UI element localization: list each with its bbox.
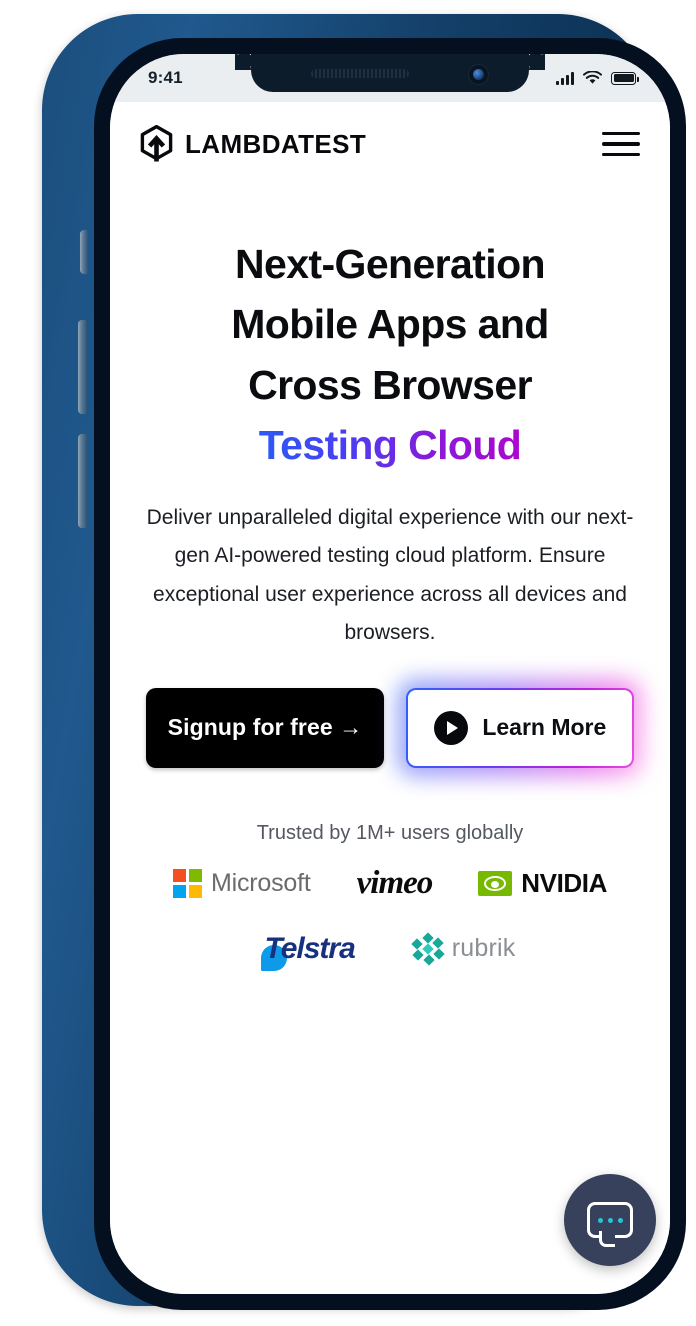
volume-up-button[interactable]	[78, 320, 87, 414]
chat-bubble-icon	[587, 1202, 633, 1247]
hero-subtext: Deliver unparalleled digital experience …	[146, 506, 634, 644]
status-bar-clock: 9:41	[148, 68, 183, 87]
wifi-icon	[583, 71, 602, 84]
microsoft-logo-icon: Microsoft	[173, 868, 311, 898]
page-title: Next-Generation Mobile Apps and Cross Br…	[136, 234, 644, 475]
battery-full-icon	[611, 71, 639, 85]
telstra-logo-icon: Telstra	[260, 931, 356, 971]
phone-screen: 9:41 LAMBDATEST Next-Generation Mobile A…	[110, 54, 670, 1294]
status-bar-indicators	[556, 71, 639, 85]
site-header: LAMBDATEST	[110, 102, 670, 186]
rubrik-wordmark: rubrik	[451, 934, 516, 963]
nvidia-eye-icon	[478, 870, 513, 896]
volume-down-button[interactable]	[78, 434, 87, 528]
headline-line-1: Next-Generation	[235, 241, 546, 287]
microsoft-squares-icon	[173, 868, 203, 898]
headline-line-3: Cross Browser	[248, 361, 532, 408]
signup-for-free-button[interactable]: Signup for free →	[145, 687, 385, 768]
rubrik-mark-icon	[411, 932, 445, 966]
front-camera-icon	[468, 64, 489, 85]
telstra-wordmark: Telstra	[264, 931, 356, 965]
brand-name: LAMBDATEST	[185, 128, 367, 159]
earpiece-speaker-icon	[311, 69, 409, 78]
vimeo-logo-icon: vimeo	[356, 864, 434, 901]
hamburger-menu-icon[interactable]	[602, 131, 640, 157]
chat-widget-button[interactable]	[564, 1174, 656, 1266]
learn-more-button[interactable]: Learn More	[406, 688, 634, 768]
headline-highlight: Testing Cloud	[258, 421, 522, 468]
learn-more-label: Learn More	[482, 714, 607, 741]
screenshot-stage: 9:41 LAMBDATEST Next-Generation Mobile A…	[0, 0, 696, 1326]
nvidia-logo-icon: NVIDIA	[478, 868, 607, 899]
cta-row: Signup for free → Learn More	[136, 687, 644, 768]
trusted-by-caption: Trusted by 1M+ users globally	[256, 821, 524, 844]
web-page: LAMBDATEST Next-Generation Mobile Apps a…	[110, 102, 670, 1294]
microsoft-wordmark: Microsoft	[211, 868, 311, 897]
rubrik-logo-icon: rubrik	[411, 932, 516, 966]
lambdatest-hexagon-arrow-icon	[140, 125, 173, 162]
headline-line-2: Mobile Apps and	[231, 301, 549, 348]
device-notch	[235, 54, 545, 92]
hero-section: Next-Generation Mobile Apps and Cross Br…	[110, 186, 670, 971]
nvidia-wordmark: NVIDIA	[521, 867, 607, 898]
brand-logo[interactable]: LAMBDATEST	[140, 125, 366, 163]
learn-more-button-wrapper: Learn More	[406, 688, 634, 768]
client-logos-row-2: Telstra rubrik	[136, 931, 644, 971]
mute-switch-button[interactable]	[80, 230, 88, 274]
phone-frame: 9:41 LAMBDATEST Next-Generation Mobile A…	[42, 14, 686, 1310]
client-logos-row-1: Microsoft vimeo NVIDIA	[136, 865, 644, 902]
play-button-icon	[434, 710, 469, 745]
cellular-bars-icon	[556, 71, 574, 85]
